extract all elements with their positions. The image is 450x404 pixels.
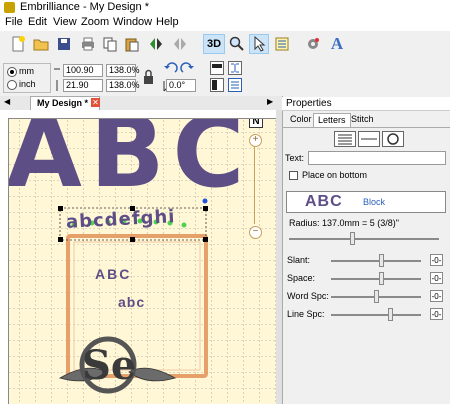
rotate-right-icon[interactable] <box>179 62 195 76</box>
settings-icon[interactable] <box>303 34 323 54</box>
center-icon[interactable] <box>228 61 242 75</box>
tab-color[interactable]: Color <box>286 113 316 127</box>
unit-inch-radio[interactable] <box>7 80 17 90</box>
app-icon <box>4 2 15 13</box>
title-bar: Embrilliance - My Design * <box>0 0 450 15</box>
document-tab-strip: ◀ My Design * ✕ ▶ <box>0 96 282 111</box>
radius-label: Radius: 137.0mm = 5 (3/8)" <box>289 218 399 228</box>
radius-slider-track[interactable] <box>289 238 439 240</box>
properties-header: Properties <box>282 97 450 111</box>
line-spacing-label: Line Spc: <box>287 309 325 319</box>
design-canvas[interactable]: ABC abcdefghi ABC abc Se N + − <box>0 110 276 404</box>
slant-slider-track[interactable] <box>331 260 421 262</box>
tab-scroll-left-icon[interactable]: ◀ <box>4 97 10 106</box>
zoom-in-icon[interactable]: + <box>249 134 262 147</box>
menu-file[interactable]: File <box>5 16 23 28</box>
window-title: Embrilliance - My Design * <box>20 1 149 13</box>
menu-bar: File Edit View Zoom Window Help <box>0 15 450 31</box>
slant-reset-button[interactable]: -0- <box>430 254 443 266</box>
zoom-out-icon[interactable]: − <box>249 226 262 239</box>
distribute-icon[interactable] <box>228 78 242 92</box>
view-3d-button[interactable]: 3D <box>203 34 225 54</box>
space-slider-track[interactable] <box>331 278 421 280</box>
baseline-straight-button[interactable] <box>358 131 380 147</box>
lock-icon[interactable] <box>143 69 154 85</box>
copy-icon[interactable] <box>100 34 120 54</box>
save-icon[interactable] <box>54 34 74 54</box>
font-selector[interactable]: ABC Block <box>286 191 446 213</box>
tab-my-design[interactable]: My Design * <box>30 96 100 110</box>
tab-stitch[interactable]: Stitch <box>347 113 378 127</box>
align-top-icon[interactable] <box>210 61 224 75</box>
zoom-icon[interactable] <box>227 34 247 54</box>
width-height-arrows-icon <box>54 68 60 91</box>
object-list-icon[interactable] <box>272 34 292 54</box>
space-reset-button[interactable]: -0- <box>430 272 443 284</box>
line-spacing-reset-button[interactable]: -0- <box>430 308 443 320</box>
unit-mm-radio[interactable] <box>7 67 17 77</box>
new-file-icon[interactable] <box>8 34 28 54</box>
top-ruler <box>0 110 276 119</box>
baseline-lines-button[interactable] <box>334 131 356 147</box>
text-input[interactable] <box>308 151 446 165</box>
monogram-text[interactable]: Se <box>82 342 136 389</box>
menu-window[interactable]: Window <box>113 16 152 28</box>
angle-field[interactable]: 0.0° <box>166 79 196 92</box>
word-spacing-reset-button[interactable]: -0- <box>430 290 443 302</box>
view-3d-label: 3D <box>206 38 222 50</box>
tab-letters[interactable]: Letters <box>313 113 351 127</box>
word-spacing-slider-thumb[interactable] <box>374 290 379 303</box>
align-left-icon[interactable] <box>210 78 224 92</box>
select-pointer-icon[interactable] <box>249 34 269 54</box>
close-tab-icon[interactable]: ✕ <box>91 98 100 107</box>
text-label: Text: <box>285 153 305 163</box>
menu-help[interactable]: Help <box>156 16 179 28</box>
zoom-slider-track[interactable] <box>254 146 255 224</box>
rotate-left-icon[interactable] <box>163 62 179 76</box>
place-on-bottom-label: Place on bottom <box>302 170 368 180</box>
width-field[interactable]: 100.90 <box>63 64 103 77</box>
menu-zoom[interactable]: Zoom <box>81 16 109 28</box>
properties-title: Properties <box>286 98 332 109</box>
text-tool-icon[interactable]: A <box>327 34 347 54</box>
line-spacing-slider-thumb[interactable] <box>387 308 393 321</box>
font-name: Block <box>363 197 386 207</box>
unit-mm-label: mm <box>19 66 34 76</box>
property-bar: mm inch 100.90 21.90 138.0% 138.0% 0.0° <box>0 59 450 95</box>
tab-my-design-label: My Design * <box>37 98 89 108</box>
tab-scroll-right-icon[interactable]: ▶ <box>267 97 273 106</box>
print-icon[interactable] <box>78 34 98 54</box>
font-sample: ABC <box>305 193 343 210</box>
space-label: Space: <box>287 273 316 283</box>
scale-height-field[interactable]: 138.0% <box>106 79 140 92</box>
height-field[interactable]: 21.90 <box>63 79 103 92</box>
big-abc-text[interactable]: ABC <box>6 110 252 202</box>
main-toolbar: 3D A <box>0 31 450 60</box>
radius-slider-thumb[interactable] <box>350 232 355 245</box>
units-group: mm inch <box>3 63 51 93</box>
small-lowercase-text[interactable]: abc <box>118 294 145 310</box>
mirror-horizontal-icon[interactable] <box>146 34 166 54</box>
menu-edit[interactable]: Edit <box>28 16 47 28</box>
small-abc-text[interactable]: ABC <box>95 266 131 282</box>
baseline-circle-button[interactable] <box>382 131 404 147</box>
open-folder-icon[interactable] <box>31 34 51 54</box>
menu-view[interactable]: View <box>53 16 77 28</box>
scale-width-field[interactable]: 138.0% <box>106 64 140 77</box>
mirror-vertical-icon[interactable] <box>170 34 190 54</box>
word-spacing-label: Word Spc: <box>287 291 329 301</box>
paste-icon[interactable] <box>122 34 142 54</box>
left-ruler <box>0 118 9 404</box>
space-slider-thumb[interactable] <box>378 272 384 285</box>
slant-slider-thumb[interactable] <box>378 254 384 267</box>
line-spacing-slider-track[interactable] <box>331 314 421 316</box>
unit-inch-label: inch <box>19 79 36 89</box>
place-on-bottom-checkbox[interactable] <box>289 171 298 180</box>
slant-label: Slant: <box>287 255 311 265</box>
